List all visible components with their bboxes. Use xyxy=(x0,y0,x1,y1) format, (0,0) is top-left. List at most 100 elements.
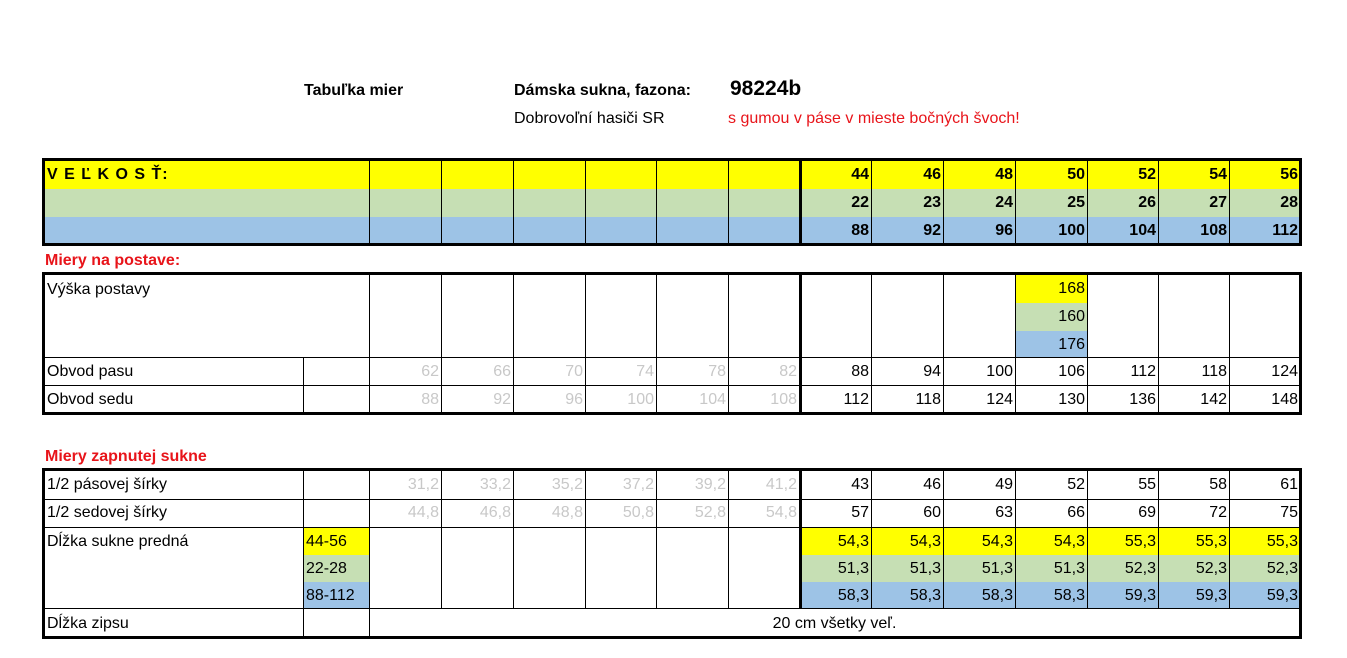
range-blue: 88-112 xyxy=(306,587,355,604)
length-blue: 58,3 xyxy=(1053,587,1085,604)
size-eu: 48 xyxy=(995,166,1013,183)
size-long: 100 xyxy=(1058,222,1085,239)
hip-value: 124 xyxy=(986,391,1013,408)
size-long: 92 xyxy=(923,222,941,239)
waist-value: 88 xyxy=(851,363,869,380)
length-green: 52,3 xyxy=(1266,560,1298,577)
hip-grey: 88 xyxy=(421,391,439,408)
hip-grey: 104 xyxy=(699,391,726,408)
half-hip-value: 57 xyxy=(851,504,869,521)
hip-value: 130 xyxy=(1058,391,1085,408)
length-yellow: 55,3 xyxy=(1124,533,1156,550)
hip-grey: 100 xyxy=(627,391,654,408)
hip-value: 118 xyxy=(915,391,941,408)
length-blue: 59,3 xyxy=(1266,587,1298,604)
half-hip-label: 1/2 sedovej šírky xyxy=(47,504,168,521)
hip-value: 136 xyxy=(1129,391,1156,408)
size-short: 28 xyxy=(1280,194,1298,211)
half-hip-grey: 52,8 xyxy=(694,504,726,521)
half-waist-value: 46 xyxy=(923,476,941,493)
size-table: V E Ľ K O S Ť: 44 46 48 50 52 54 56 22 2… xyxy=(42,158,1302,246)
height-label: Výška postavy xyxy=(47,281,151,298)
customer-name: Dobrovoľní hasiči SR xyxy=(514,110,665,127)
size-long: 96 xyxy=(995,222,1013,239)
length-yellow: 54,3 xyxy=(1053,533,1085,550)
half-waist-value: 55 xyxy=(1138,476,1156,493)
half-hip-grey: 48,8 xyxy=(551,504,583,521)
size-eu: 44 xyxy=(851,166,869,183)
length-blue: 58,3 xyxy=(981,587,1013,604)
hip-grey: 96 xyxy=(565,391,583,408)
note-text: s gumou v páse v mieste bočných švoch! xyxy=(728,110,1020,127)
length-blue: 59,3 xyxy=(1124,587,1156,604)
waist-value: 112 xyxy=(1130,363,1156,380)
length-green: 52,3 xyxy=(1124,560,1156,577)
size-short: 24 xyxy=(995,194,1013,211)
length-green: 52,3 xyxy=(1195,560,1227,577)
length-blue: 58,3 xyxy=(909,587,941,604)
waist-grey: 82 xyxy=(779,363,797,380)
size-long: 104 xyxy=(1129,222,1156,239)
length-yellow: 55,3 xyxy=(1195,533,1227,550)
waist-value: 106 xyxy=(1058,363,1085,380)
length-blue: 58,3 xyxy=(837,587,869,604)
waist-value: 94 xyxy=(923,363,941,380)
half-hip-grey: 44,8 xyxy=(407,504,439,521)
half-waist-value: 58 xyxy=(1209,476,1227,493)
product-label: Dámska sukna, fazona: xyxy=(514,82,691,99)
length-green: 51,3 xyxy=(837,560,869,577)
size-eu: 56 xyxy=(1280,166,1298,183)
table-title: Tabuľka mier xyxy=(304,82,404,99)
skirt-measures-table: 1/2 pásovej šírky 31,2 33,2 35,2 37,2 39… xyxy=(42,468,1302,639)
height-value: 168 xyxy=(1016,275,1087,303)
size-short: 27 xyxy=(1209,194,1227,211)
hip-value: 112 xyxy=(843,391,869,408)
length-yellow: 55,3 xyxy=(1266,533,1298,550)
size-long: 88 xyxy=(851,222,869,239)
waist-grey: 70 xyxy=(565,363,583,380)
waist-grey: 74 xyxy=(636,363,654,380)
half-waist-grey: 35,2 xyxy=(551,476,583,493)
half-waist-value: 43 xyxy=(851,476,869,493)
height-value: 176 xyxy=(1016,331,1087,357)
half-waist-grey: 39,2 xyxy=(694,476,726,493)
size-long: 112 xyxy=(1272,222,1298,239)
length-green: 51,3 xyxy=(981,560,1013,577)
half-waist-grey: 41,2 xyxy=(765,476,797,493)
half-hip-value: 60 xyxy=(923,504,941,521)
length-label: Dĺžka sukne predná xyxy=(47,533,189,550)
size-short: 22 xyxy=(851,194,869,211)
half-waist-grey: 31,2 xyxy=(407,476,439,493)
size-eu: 50 xyxy=(1067,166,1085,183)
half-waist-label: 1/2 pásovej šírky xyxy=(47,476,168,493)
half-waist-grey: 37,2 xyxy=(622,476,654,493)
waist-value: 118 xyxy=(1201,363,1227,380)
length-green: 51,3 xyxy=(1053,560,1085,577)
half-hip-value: 69 xyxy=(1138,504,1156,521)
waist-label: Obvod pasu xyxy=(47,363,134,380)
zip-label: Dĺžka zipsu xyxy=(47,615,129,632)
half-hip-grey: 50,8 xyxy=(622,504,654,521)
waist-grey: 66 xyxy=(493,363,511,380)
half-waist-value: 61 xyxy=(1280,476,1298,493)
length-yellow: 54,3 xyxy=(981,533,1013,550)
size-eu: 54 xyxy=(1209,166,1227,183)
length-yellow: 54,3 xyxy=(909,533,941,550)
length-green: 51,3 xyxy=(909,560,941,577)
hip-value: 148 xyxy=(1271,391,1298,408)
size-eu: 52 xyxy=(1138,166,1156,183)
product-code: 98224b xyxy=(730,77,802,100)
half-hip-value: 72 xyxy=(1209,504,1227,521)
body-measures-table: Výška postavy 168 160 176 Obvod pasu 62 … xyxy=(42,272,1302,415)
half-waist-value: 52 xyxy=(1067,476,1085,493)
half-hip-value: 66 xyxy=(1067,504,1085,521)
half-hip-grey: 54,8 xyxy=(765,504,797,521)
half-hip-value: 63 xyxy=(995,504,1013,521)
waist-value: 100 xyxy=(986,363,1013,380)
size-short: 26 xyxy=(1138,194,1156,211)
waist-value: 124 xyxy=(1271,363,1298,380)
size-label: V E Ľ K O S Ť: xyxy=(47,166,169,183)
range-green: 22-28 xyxy=(306,560,347,577)
half-hip-grey: 46,8 xyxy=(479,504,511,521)
zip-value: 20 cm všetky veľ. xyxy=(772,615,897,632)
